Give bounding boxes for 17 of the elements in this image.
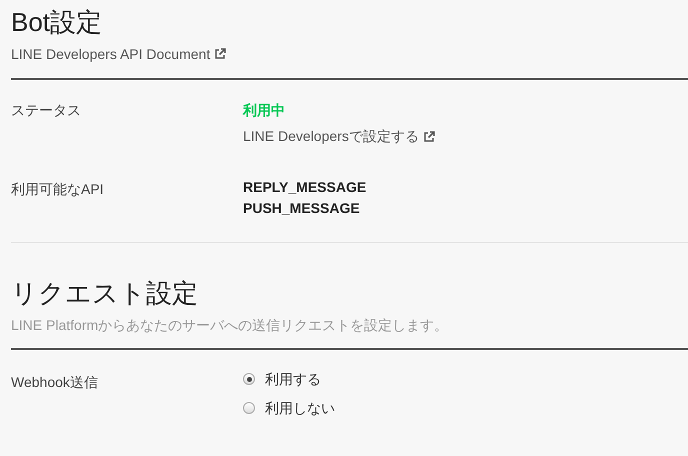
field-label: Webhook送信	[11, 373, 99, 392]
api-name: REPLY_MESSAGE	[243, 178, 366, 196]
section-description: LINE Platformからあなたのサーバへの送信リクエストを設定します。	[11, 316, 448, 334]
external-link-icon	[214, 48, 226, 60]
field-label: 利用可能なAPI	[11, 180, 105, 199]
developers-link[interactable]: LINE Developersで設定する	[243, 128, 435, 146]
external-link-icon	[422, 131, 435, 143]
radio-option[interactable]: 利用する	[243, 370, 321, 388]
section-title: リクエスト設定	[11, 277, 199, 310]
api-name: PUSH_MESSAGE	[243, 199, 360, 217]
field-label: ステータス	[11, 101, 82, 120]
api-document-link[interactable]: LINE Developers API Document	[11, 45, 226, 63]
status-text: 利用中	[243, 101, 285, 119]
section-title: Bot設定	[11, 6, 104, 39]
radio-button[interactable]	[243, 373, 255, 385]
radio-option[interactable]: 利用しない	[243, 399, 335, 417]
radio-button[interactable]	[243, 402, 255, 414]
